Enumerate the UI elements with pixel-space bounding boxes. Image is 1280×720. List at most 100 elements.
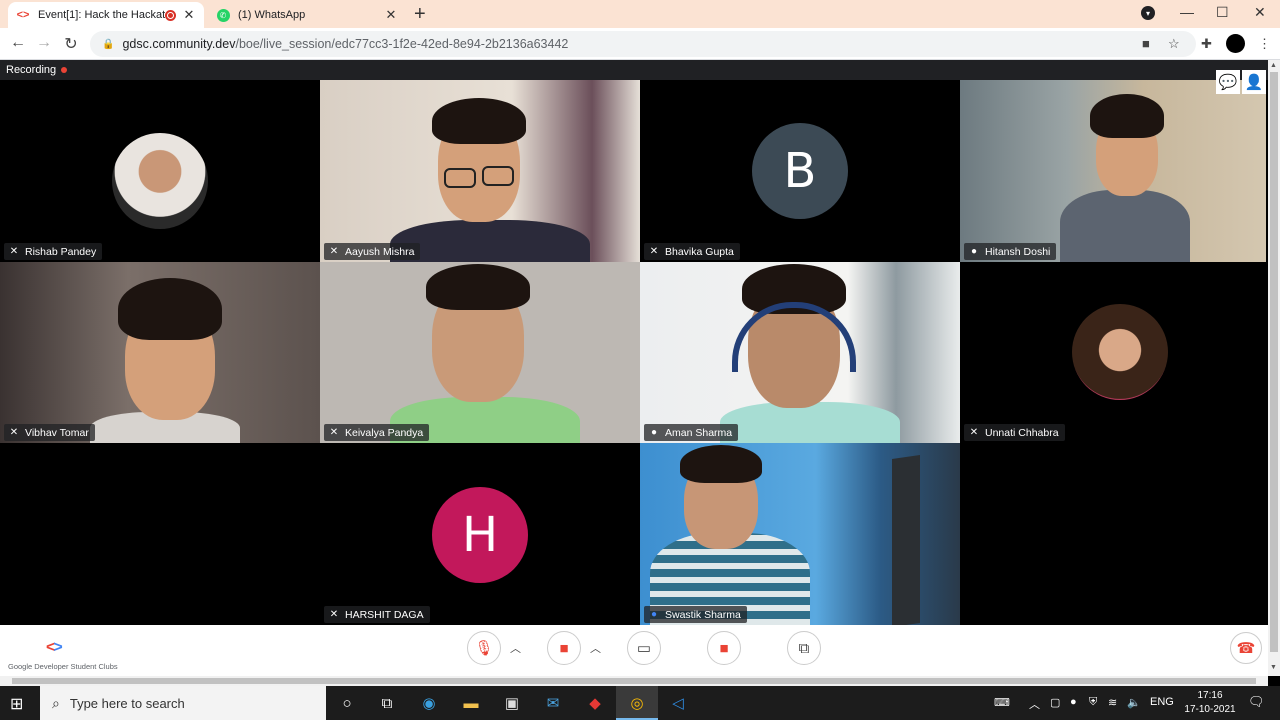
video-off-icon: ■ [559,639,569,657]
participant-name-tag: ✕ Rishab Pandey [4,243,103,260]
volume-icon[interactable]: 🔈 [1127,696,1141,709]
participant-tile[interactable]: ✕ Rishab Pandey [0,80,320,262]
participant-photo [112,133,208,229]
tray-chevron-icon[interactable]: ︿ [1029,696,1040,712]
mail-icon[interactable]: ✉ [542,693,564,713]
meet-now-icon[interactable]: ▢ [1050,696,1060,709]
participant-tile[interactable]: ✕ Unnati Chhabra [960,262,1266,443]
maximize-icon[interactable]: ☐ [1216,4,1229,21]
taskbar-search[interactable]: ⌕ Type here to search [40,686,326,720]
participant-name: Unnati Chhabra [985,426,1059,439]
stop-icon: ■ [719,639,729,657]
participant-tile[interactable]: ✕ Keivalya Pandya [320,262,640,443]
mic-on-icon: ● [970,246,978,257]
tab-event[interactable]: <> Event[1]: Hack the Hackathon ✕ [8,2,204,28]
participant-name: Aayush Mishra [345,245,415,258]
participant-tile[interactable]: H ✕ HARSHIT DAGA [320,443,640,625]
vertical-scrollbar[interactable]: ▲ ▼ [1268,60,1280,676]
participant-video [680,445,762,483]
horizontal-scrollbar[interactable] [0,676,1268,686]
scrollbar-thumb[interactable] [1270,72,1278,652]
participant-video [426,264,530,310]
browser-toolbar: ← → ↻ 🔒 gdsc.community.dev /boe/live_ses… [0,28,1280,60]
mic-off-icon: ✕ [969,427,979,438]
participant-name: Vibhav Tomar [25,426,89,439]
cast-icon: ⧉ [798,639,810,657]
participant-tile[interactable]: ✕ Aayush Mishra [320,80,640,262]
mic-options-chevron-icon[interactable]: ︿ [510,640,521,656]
new-tab-button[interactable]: + [414,4,426,24]
cortana-icon[interactable]: ○ [336,693,358,713]
store-icon[interactable]: ▣ [501,693,523,713]
monitor-video [892,455,920,625]
participant-tile[interactable]: B ✕ Bhavika Gupta [640,80,960,262]
leave-call-button[interactable]: ☎ [1230,632,1262,664]
participant-video [444,168,476,188]
notification-center-icon[interactable]: 🗨 [1248,694,1265,710]
participants-icon[interactable]: 👤 [1242,70,1266,94]
close-tab-icon[interactable]: ✕ [384,7,398,23]
window-close-icon[interactable]: ✕ [1254,4,1266,21]
address-bar[interactable]: 🔒 gdsc.community.dev /boe/live_session/e… [90,31,1196,57]
tab-whatsapp[interactable]: ✆ (1) WhatsApp ✕ [208,2,406,28]
gdsc-favicon-icon: <> [16,9,30,21]
stop-recording-button[interactable]: ■ [707,631,741,665]
participant-tile[interactable]: ● Hitansh Doshi [960,80,1266,262]
keyboard-icon[interactable]: ⌨ [994,696,1010,709]
participant-video [482,166,514,186]
recording-dot-icon [61,67,68,73]
tab-title: Event[1]: Hack the Hackathon [38,9,165,21]
profile-avatar[interactable] [1226,34,1245,53]
cast-button[interactable]: ⧉ [787,631,821,665]
share-screen-button[interactable]: ▭ [627,631,661,665]
participant-tile[interactable]: ● Aman Sharma [640,262,960,443]
chat-icon[interactable]: 💬 [1216,70,1240,94]
close-tab-icon[interactable]: ✕ [182,7,196,23]
phone-hangup-icon: ☎ [1236,640,1256,657]
back-arrow-icon[interactable]: ← [8,34,28,52]
task-view-icon[interactable]: ⧉ [376,693,398,713]
menu-kebab-icon[interactable]: ⋮ [1258,36,1271,52]
camera-in-use-icon[interactable]: ■ [1142,36,1150,51]
search-placeholder: Type here to search [69,695,185,711]
participant-name-tag: ✕ Keivalya Pandya [324,424,430,441]
reload-icon[interactable]: ↻ [61,34,81,54]
participant-tile[interactable]: ● Swastik Sharma [640,443,960,625]
scrollbar-thumb[interactable] [12,678,1256,684]
edge-icon[interactable]: ◉ [418,693,440,713]
vscode-icon[interactable]: ◁ [667,693,689,713]
wifi-icon[interactable]: ≋ [1108,696,1117,709]
recording-indicator-icon [165,9,176,21]
participant-video [1060,190,1190,262]
app-icon[interactable]: ◆ [584,693,606,713]
headphones-icon [732,302,856,372]
forward-arrow-icon[interactable]: → [34,34,54,52]
participant-avatar: H [432,487,528,583]
clock[interactable]: 17:16 17-10-2021 [1180,689,1240,717]
participant-name-tag: ● Swastik Sharma [644,606,747,623]
date-text: 17-10-2021 [1184,704,1236,715]
participant-name-tag: ● Aman Sharma [644,424,739,441]
extensions-icon[interactable]: ✚ [1201,36,1212,52]
camera-options-chevron-icon[interactable]: ︿ [590,640,601,656]
windows-start-icon[interactable]: ⊞ [10,694,23,714]
participant-name-tag: ● Hitansh Doshi [964,243,1057,260]
participant-name-tag: ✕ Bhavika Gupta [644,243,740,260]
microphone-tray-icon[interactable]: ● [1070,696,1077,708]
minimize-icon[interactable]: — [1180,4,1194,20]
participant-name-tag: ✕ Vibhav Tomar [4,424,95,441]
tab-search-icon[interactable]: ▾ [1141,6,1155,20]
participant-name: Bhavika Gupta [665,245,734,258]
scroll-up-icon[interactable]: ▲ [1270,62,1277,69]
brand-text: Google Developer Student Clubs [8,662,118,671]
participant-name: Aman Sharma [665,426,733,439]
language-indicator[interactable]: ENG [1150,696,1174,708]
defender-icon[interactable]: ⛨ [1089,696,1097,709]
bookmark-star-icon[interactable]: ☆ [1168,36,1180,52]
participant-tile[interactable]: ✕ Vibhav Tomar [0,262,320,443]
camera-button[interactable]: ■ [547,631,581,665]
file-explorer-icon[interactable]: ▬ [460,693,482,713]
chrome-icon[interactable]: ◎ [626,693,648,713]
mute-button[interactable]: 🎙 [467,631,501,665]
scroll-down-icon[interactable]: ▼ [1270,664,1277,671]
